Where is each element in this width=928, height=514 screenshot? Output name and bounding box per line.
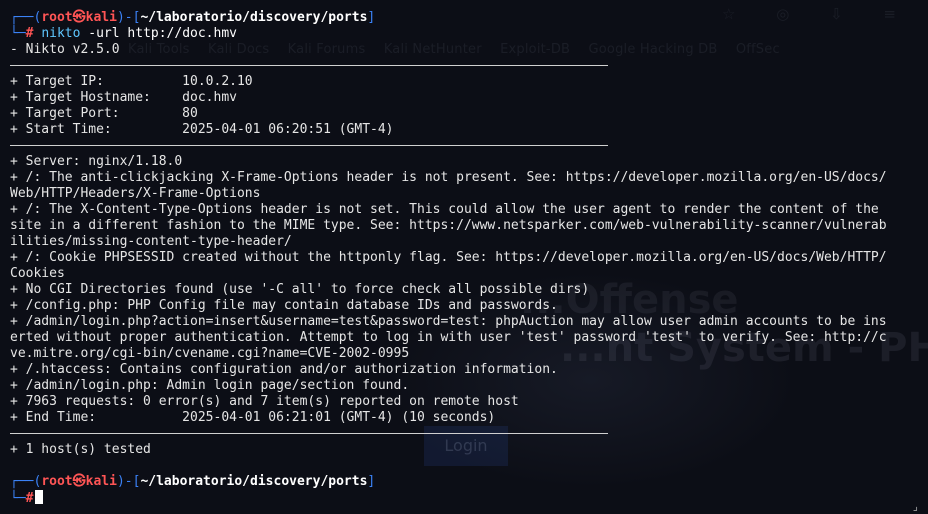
prompt-user: root bbox=[41, 10, 73, 25]
target-ip: + Target IP: 10.0.2.10 bbox=[10, 74, 253, 89]
text-cursor[interactable] bbox=[35, 490, 44, 504]
target-port: + Target Port: 80 bbox=[10, 106, 198, 121]
prompt-box-mid: )-[ bbox=[116, 10, 141, 25]
output-line: ilities/missing-content-type-header/ bbox=[10, 234, 292, 249]
terminal-window[interactable]: Kali Tools Kali Docs Kali Forums Kali Ne… bbox=[0, 0, 928, 514]
hosts-tested: + 1 host(s) tested bbox=[10, 442, 151, 457]
prompt-box-top: ┌──( bbox=[10, 10, 42, 25]
prompt-box-mid: )-[ bbox=[116, 474, 141, 489]
command-args: -url http://doc.hmv bbox=[80, 26, 237, 41]
nikto-version: - Nikto v2.5.0 bbox=[10, 42, 120, 57]
prompt-path: ~/laboratorio/discovery/ports bbox=[140, 10, 368, 25]
separator bbox=[10, 138, 928, 154]
output-line: Web/HTTP/Headers/X-Frame-Options bbox=[10, 186, 261, 201]
prompt-at-symbol: ㉿ bbox=[72, 10, 86, 25]
output-line: + /admin/login.php?action=insert&usernam… bbox=[10, 314, 887, 329]
command-input-line[interactable]: └─# bbox=[10, 490, 928, 506]
separator bbox=[10, 58, 928, 74]
output-line: + /: The X-Content-Type-Options header i… bbox=[10, 202, 879, 217]
prompt-box-bottom: └─ bbox=[10, 491, 26, 506]
target-hostname: + Target Hostname: doc.hmv bbox=[10, 90, 237, 105]
prompt-box-end: ] bbox=[367, 10, 376, 25]
output-line: + End Time: 2025-04-01 06:21:01 (GMT-4) … bbox=[10, 410, 496, 425]
prompt-box-end: ] bbox=[367, 474, 376, 489]
prompt-symbol: # bbox=[25, 26, 34, 41]
output-line: + No CGI Directories found (use '-C all'… bbox=[10, 282, 590, 297]
prompt-line-top: ┌──(root㉿kali)-[~/laboratorio/discovery/… bbox=[10, 10, 928, 26]
output-line: Cookies bbox=[10, 266, 65, 281]
prompt-at-symbol: ㉿ bbox=[72, 474, 86, 489]
prompt-path: ~/laboratorio/discovery/ports bbox=[140, 474, 368, 489]
prompt-host: kali bbox=[85, 10, 117, 25]
command-name: nikto bbox=[41, 26, 81, 41]
output-line: + /config.php: PHP Config file may conta… bbox=[10, 298, 558, 313]
output-line: erted without proper authentication. Att… bbox=[10, 330, 887, 345]
output-line: site in a different fashion to the MIME … bbox=[10, 218, 887, 233]
output-line: + 7963 requests: 0 error(s) and 7 item(s… bbox=[10, 394, 519, 409]
output-line: + /: Cookie PHPSESSID created without th… bbox=[10, 250, 887, 265]
terminal-output: ┌──(root㉿kali)-[~/laboratorio/discovery/… bbox=[10, 10, 928, 506]
prompt-line-top: ┌──(root㉿kali)-[~/laboratorio/discovery/… bbox=[10, 474, 928, 490]
prompt-user: root bbox=[41, 474, 73, 489]
output-line: + /: The anti-clickjacking X-Frame-Optio… bbox=[10, 170, 887, 185]
prompt-box-top: ┌──( bbox=[10, 474, 42, 489]
command-line: └─# nikto -url http://doc.hmv bbox=[10, 26, 928, 42]
prompt-box-bottom: └─ bbox=[10, 26, 26, 41]
output-line: + Server: nginx/1.18.0 bbox=[10, 154, 183, 169]
separator bbox=[10, 426, 928, 442]
prompt-host: kali bbox=[85, 474, 117, 489]
start-time: + Start Time: 2025-04-01 06:20:51 (GMT-4… bbox=[10, 122, 394, 137]
output-line: ve.mitre.org/cgi-bin/cvename.cgi?name=CV… bbox=[10, 346, 410, 361]
prompt-symbol: # bbox=[25, 491, 34, 506]
output-line: + /.htaccess: Contains configuration and… bbox=[10, 362, 558, 377]
resize-grip-icon[interactable]: ⌟ bbox=[912, 501, 926, 512]
output-line: + /admin/login.php: Admin login page/sec… bbox=[10, 378, 410, 393]
